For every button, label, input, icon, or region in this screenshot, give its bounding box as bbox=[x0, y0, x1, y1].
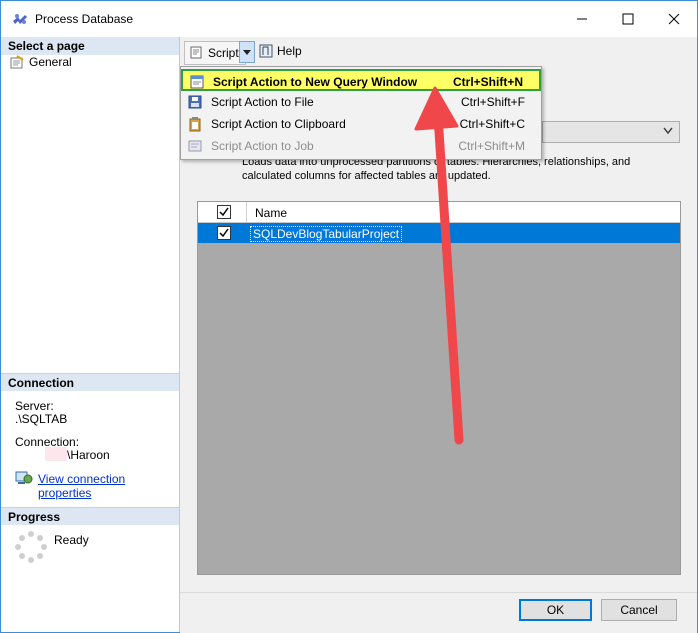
chevron-down-icon bbox=[243, 49, 251, 55]
server-label: Server: bbox=[15, 399, 54, 413]
menu-item-shortcut: Ctrl+Shift+M bbox=[458, 139, 525, 153]
menu-item-new-query-window[interactable]: Script Action to New Query Window Ctrl+S… bbox=[181, 69, 541, 91]
row-name: SQLDevBlogTabularProject bbox=[250, 226, 403, 242]
title-bar: Process Database bbox=[1, 1, 697, 37]
checkmark-icon bbox=[219, 228, 229, 238]
window-title: Process Database bbox=[35, 12, 134, 26]
header-checkbox[interactable] bbox=[217, 205, 231, 219]
script-dropdown-button[interactable] bbox=[239, 41, 255, 63]
grid-header: Name bbox=[198, 202, 680, 223]
query-window-icon bbox=[190, 75, 204, 89]
checkmark-icon bbox=[219, 207, 229, 217]
dialog-footer: OK Cancel bbox=[180, 592, 697, 633]
job-icon bbox=[188, 140, 202, 152]
table-row[interactable]: SQLDevBlogTabularProject bbox=[198, 223, 680, 243]
menu-item-label: Script Action to File bbox=[211, 95, 314, 109]
redacted-user-prefix bbox=[45, 447, 67, 461]
menu-item-clipboard[interactable]: Script Action to Clipboard Ctrl+Shift+C bbox=[181, 113, 541, 135]
script-button[interactable]: Script bbox=[184, 41, 246, 65]
chevron-down-icon bbox=[663, 127, 673, 135]
close-icon bbox=[668, 13, 680, 25]
progress-status: Ready bbox=[54, 533, 89, 547]
close-button[interactable] bbox=[651, 1, 697, 37]
maximize-button[interactable] bbox=[605, 1, 651, 37]
process-database-icon bbox=[13, 14, 27, 24]
menu-item-file[interactable]: Script Action to File Ctrl+Shift+F bbox=[181, 91, 541, 113]
menu-item-label: Script Action to Clipboard bbox=[211, 117, 346, 131]
help-button[interactable]: Help bbox=[258, 43, 302, 59]
maximize-icon bbox=[622, 13, 634, 25]
script-label: Script bbox=[208, 46, 239, 60]
left-panel: Select a page General Connection Server:… bbox=[1, 37, 180, 632]
save-icon bbox=[188, 95, 202, 109]
select-page-header: Select a page bbox=[1, 37, 179, 55]
menu-item-shortcut: Ctrl+Shift+F bbox=[460, 95, 525, 109]
page-item-general[interactable]: General bbox=[9, 55, 72, 69]
help-icon bbox=[259, 44, 273, 58]
ok-button[interactable]: OK bbox=[519, 599, 592, 621]
toolbar: Script Help bbox=[180, 37, 697, 67]
menu-item-label: Script Action to New Query Window bbox=[213, 75, 418, 89]
clipboard-icon bbox=[189, 117, 201, 132]
server-value: .\SQLTAB bbox=[15, 412, 68, 426]
help-label: Help bbox=[277, 44, 302, 58]
database-grid: Name SQLDevBlogTabularProject bbox=[197, 201, 681, 575]
cancel-button[interactable]: Cancel bbox=[601, 599, 677, 621]
menu-item-shortcut: Ctrl+Shift+C bbox=[459, 117, 525, 131]
script-dropdown-menu: Script Action to New Query Window Ctrl+S… bbox=[180, 66, 542, 160]
connection-header: Connection bbox=[1, 373, 179, 391]
connection-value: \Haroon bbox=[67, 448, 110, 462]
menu-item-shortcut: Ctrl+Shift+N bbox=[452, 75, 523, 89]
page-icon bbox=[10, 55, 24, 69]
view-connection-properties-link[interactable]: View connection properties bbox=[38, 472, 179, 500]
menu-item-job[interactable]: Script Action to Job Ctrl+Shift+M bbox=[181, 135, 541, 157]
row-checkbox[interactable] bbox=[217, 226, 231, 240]
connection-properties-icon bbox=[15, 471, 33, 484]
script-icon bbox=[190, 46, 202, 59]
page-item-label: General bbox=[29, 55, 72, 69]
column-divider bbox=[246, 202, 247, 222]
name-column-header: Name bbox=[255, 206, 288, 220]
menu-item-label: Script Action to Job bbox=[211, 139, 314, 153]
progress-spinner-icon bbox=[15, 531, 47, 563]
progress-header: Progress bbox=[1, 507, 179, 525]
minimize-icon bbox=[577, 18, 587, 20]
processing-mode-select[interactable] bbox=[542, 121, 680, 143]
minimize-button[interactable] bbox=[559, 1, 605, 37]
